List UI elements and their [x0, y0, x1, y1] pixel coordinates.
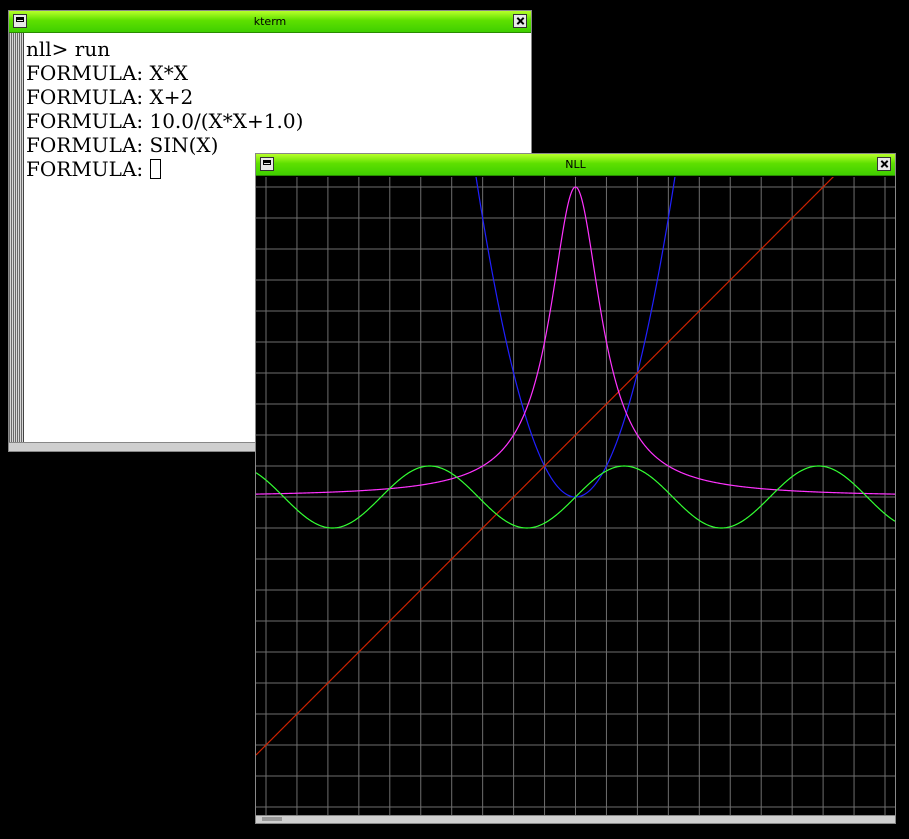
terminal-line: FORMULA: 10.0/(X*X+1.0)	[26, 109, 304, 133]
terminal-cursor	[149, 159, 161, 179]
nll-window[interactable]: NLL	[255, 153, 896, 824]
nll-title: NLL	[565, 158, 586, 171]
terminal-line: FORMULA: X+2	[26, 85, 194, 109]
terminal-prompt-line: FORMULA:	[26, 157, 150, 181]
terminal-line: FORMULA: X*X	[26, 61, 188, 85]
close-icon[interactable]	[877, 157, 891, 171]
function-plot	[256, 177, 895, 817]
kterm-titlebar[interactable]: kterm	[9, 11, 531, 33]
terminal-line: nll> run	[26, 37, 111, 61]
terminal-line: FORMULA: SIN(X)	[26, 133, 219, 157]
kterm-title: kterm	[253, 15, 287, 28]
kterm-scrollbar[interactable]	[9, 33, 24, 443]
close-icon[interactable]	[513, 14, 527, 28]
nll-bottom-bar	[256, 815, 895, 823]
nll-titlebar[interactable]: NLL	[256, 154, 895, 176]
